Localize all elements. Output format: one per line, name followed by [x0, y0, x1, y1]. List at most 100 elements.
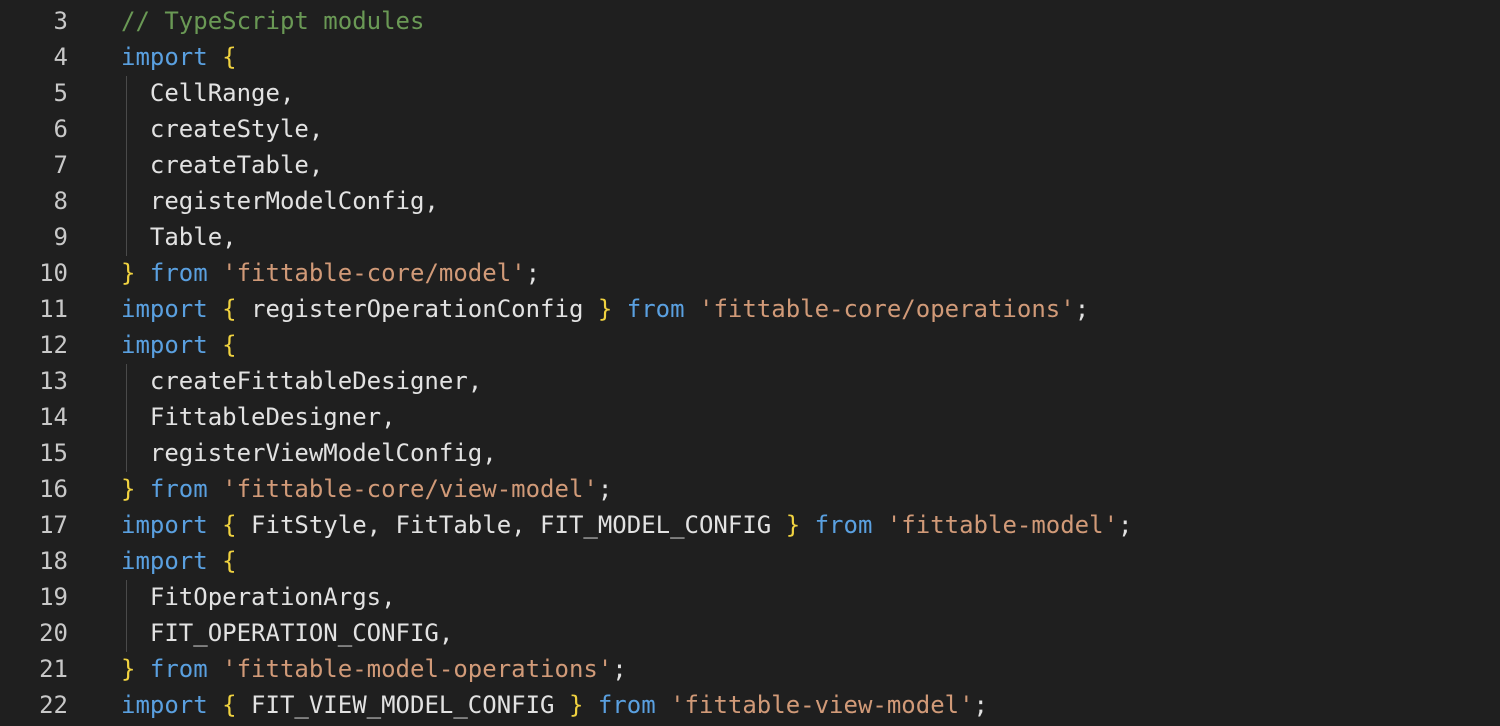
- code-text: import { registerOperationConfig } from …: [121, 291, 1089, 327]
- code-token: import: [121, 547, 208, 575]
- code-token: {: [222, 331, 237, 359]
- code-token: // TypeScript modules: [121, 7, 425, 35]
- code-token: ;: [612, 655, 627, 683]
- code-token: {: [222, 295, 237, 323]
- code-token: FIT_OPERATION_CONFIG,: [121, 619, 454, 647]
- code-line[interactable]: 4 import {: [0, 39, 1500, 75]
- code-text: CellRange,: [121, 75, 295, 111]
- code-text: import { FitStyle, FitTable, FIT_MODEL_C…: [121, 507, 1132, 543]
- code-text: // TypeScript modules: [121, 3, 424, 39]
- code-token: {: [222, 511, 237, 539]
- code-token: CellRange,: [121, 79, 295, 107]
- code-token: Table,: [121, 223, 237, 251]
- code-editor[interactable]: 3// TypeScript modules 4 import {5 CellRan…: [0, 0, 1500, 726]
- line-number: 9: [53, 223, 68, 251]
- code-text: } from 'fittable-core/model';: [121, 255, 540, 291]
- code-token: 'fittable-model': [886, 511, 1119, 539]
- code-line[interactable]: 8 registerModelConfig,: [0, 183, 1500, 219]
- code-token: }: [785, 511, 801, 539]
- line-number: 14: [39, 403, 68, 431]
- code-line[interactable]: 20 FIT_OPERATION_CONFIG,: [0, 615, 1500, 651]
- line-number: 19: [39, 583, 68, 611]
- code-token: ;: [525, 259, 541, 287]
- code-token: ;: [597, 475, 613, 503]
- code-line[interactable]: 7 createTable,: [0, 147, 1500, 183]
- code-text: import {: [121, 39, 237, 75]
- line-number: 20: [39, 619, 68, 647]
- code-token: createFittableDesigner,: [121, 367, 483, 395]
- code-token: import: [121, 331, 208, 359]
- code-line[interactable]: 12 import {: [0, 327, 1500, 363]
- code-line[interactable]: 5 CellRange,: [0, 75, 1500, 111]
- code-token: 'fittable-core/operations': [699, 295, 1075, 323]
- line-number: 12: [39, 331, 68, 359]
- code-token: import: [121, 691, 208, 719]
- code-text: FIT_OPERATION_CONFIG,: [121, 615, 453, 651]
- code-line[interactable]: 17 import { FitStyle, FitTable, FIT_MODEL…: [0, 507, 1500, 543]
- line-number: 6: [53, 115, 68, 143]
- code-text: createStyle,: [121, 111, 323, 147]
- code-text: import {: [121, 543, 237, 579]
- line-number: 10: [39, 259, 68, 287]
- code-token: }: [121, 655, 136, 683]
- code-line[interactable]: 15 registerViewModelConfig,: [0, 435, 1500, 471]
- code-token: 'fittable-core/model': [222, 259, 526, 287]
- code-token: from: [597, 691, 656, 719]
- line-number: 7: [53, 151, 68, 179]
- code-text: import {: [121, 327, 237, 363]
- line-number: 17: [39, 511, 68, 539]
- code-token: import: [121, 43, 208, 71]
- code-text: createFittableDesigner,: [121, 363, 482, 399]
- code-line[interactable]: 13 createFittableDesigner,: [0, 363, 1500, 399]
- code-text: } from 'fittable-core/view-model';: [121, 471, 612, 507]
- code-text: } from 'fittable-model-operations';: [121, 651, 627, 687]
- code-token: }: [597, 295, 613, 323]
- code-line[interactable]: 10 } from 'fittable-core/model';: [0, 255, 1500, 291]
- code-token: from: [149, 259, 208, 287]
- code-line[interactable]: 11 import { registerOperationConfig } fro…: [0, 291, 1500, 327]
- code-line[interactable]: 6 createStyle,: [0, 111, 1500, 147]
- code-token: 'fittable-view-model': [670, 691, 974, 719]
- code-token: }: [121, 475, 136, 503]
- code-token: {: [222, 547, 237, 575]
- code-text: FittableDesigner,: [121, 399, 396, 435]
- code-token: from: [814, 511, 873, 539]
- code-line[interactable]: 14 FittableDesigner,: [0, 399, 1500, 435]
- code-line[interactable]: 16} from 'fittable-core/view-model';: [0, 471, 1500, 507]
- code-text: Table,: [121, 219, 237, 255]
- code-line[interactable]: 3 // TypeScript modules: [0, 3, 1500, 39]
- code-line[interactable]: 21} from 'fittable-model-operations';: [0, 651, 1500, 687]
- code-token: createTable,: [121, 151, 324, 179]
- code-token: createStyle,: [121, 115, 324, 143]
- code-token: {: [222, 43, 237, 71]
- code-line[interactable]: 22 import { FIT_VIEW_MODEL_CONFIG } from …: [0, 687, 1500, 723]
- code-token: from: [149, 655, 208, 683]
- code-token: FitOperationArgs,: [121, 583, 396, 611]
- line-number: 8: [53, 187, 68, 215]
- code-text: createTable,: [121, 147, 323, 183]
- line-number: 18: [39, 547, 68, 575]
- code-token: from: [626, 295, 685, 323]
- code-text: import { FIT_VIEW_MODEL_CONFIG } from 'f…: [121, 687, 988, 723]
- code-line[interactable]: 19 FitOperationArgs,: [0, 579, 1500, 615]
- code-token: }: [568, 691, 584, 719]
- code-token: from: [149, 475, 208, 503]
- code-line[interactable]: 9 Table,: [0, 219, 1500, 255]
- code-token: {: [222, 691, 237, 719]
- code-token: import: [121, 295, 208, 323]
- code-token: FitStyle, FitTable, FIT_MODEL_CONFIG: [236, 511, 786, 539]
- code-token: FittableDesigner,: [121, 403, 396, 431]
- line-number: 15: [39, 439, 68, 467]
- code-line[interactable]: 18 import {: [0, 543, 1500, 579]
